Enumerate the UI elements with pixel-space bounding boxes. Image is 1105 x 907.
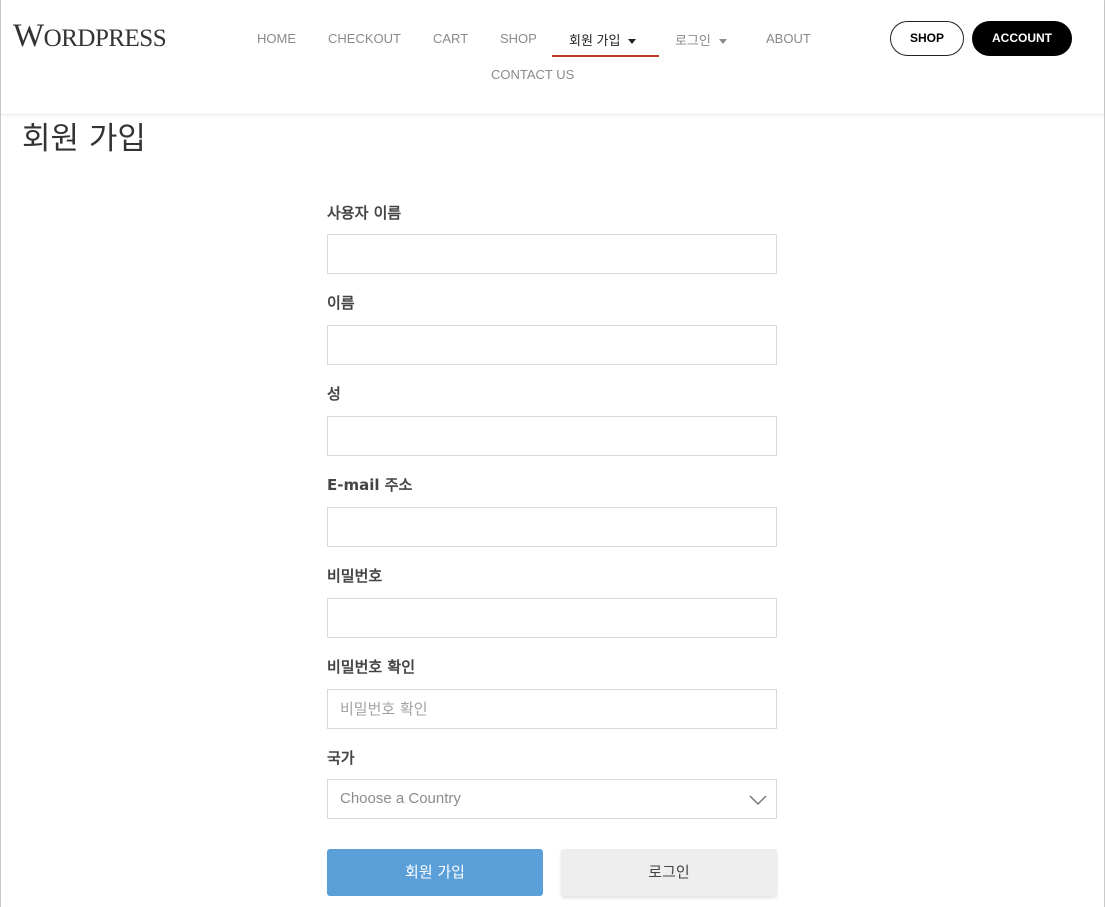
- page-title: 회원 가입: [22, 121, 146, 157]
- nav-item-login-label: 로그인: [675, 33, 711, 48]
- nav-item-checkout[interactable]: CHECKOUT: [328, 31, 401, 46]
- first-name-label: 이름: [327, 294, 355, 312]
- password-label: 비밀번호: [327, 567, 383, 585]
- password-input[interactable]: [327, 598, 777, 638]
- country-select[interactable]: Choose a Country: [327, 779, 777, 819]
- chevron-down-icon: [749, 795, 767, 806]
- register-button[interactable]: 회원 가입: [327, 849, 543, 896]
- country-label: 국가: [327, 749, 355, 767]
- nav-item-register-label: 회원 가입: [569, 33, 621, 48]
- email-input[interactable]: [327, 507, 777, 547]
- nav-item-register[interactable]: 회원 가입: [569, 30, 637, 49]
- shop-button[interactable]: SHOP: [890, 21, 964, 56]
- logo-initial: W: [13, 18, 44, 54]
- nav-item-login[interactable]: 로그인: [675, 30, 727, 49]
- nav-item-about[interactable]: ABOUT: [766, 31, 811, 46]
- nav-item-contact-us[interactable]: CONTACT US: [491, 67, 574, 82]
- login-button[interactable]: 로그인: [561, 849, 777, 896]
- nav-item-home[interactable]: HOME: [257, 31, 296, 46]
- window-border-left: [0, 0, 1, 907]
- last-name-input[interactable]: [327, 416, 777, 456]
- first-name-input[interactable]: [327, 325, 777, 365]
- last-name-label: 성: [327, 385, 341, 403]
- email-label: E-mail 주소: [327, 476, 413, 494]
- caret-down-icon: [628, 39, 637, 45]
- active-nav-underline: [552, 55, 659, 57]
- account-button[interactable]: ACCOUNT: [972, 21, 1072, 56]
- password-confirm-input[interactable]: [327, 689, 777, 729]
- site-header: WORDPRESS HOME CHECKOUT CART SHOP 회원 가입 …: [1, 0, 1104, 115]
- caret-down-icon: [718, 39, 727, 45]
- nav-item-cart[interactable]: CART: [433, 31, 468, 46]
- logo-rest: ORDPRESS: [43, 25, 167, 52]
- nav-item-shop[interactable]: SHOP: [500, 31, 537, 46]
- site-logo[interactable]: WORDPRESS: [13, 18, 167, 55]
- username-label: 사용자 이름: [327, 204, 402, 222]
- password-confirm-label: 비밀번호 확인: [327, 658, 416, 676]
- country-select-value: Choose a Country: [340, 790, 461, 807]
- username-input[interactable]: [327, 234, 777, 274]
